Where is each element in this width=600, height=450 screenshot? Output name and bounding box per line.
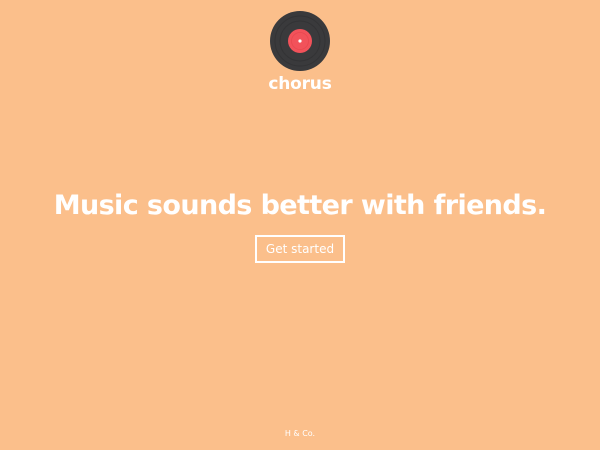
get-started-button[interactable]: Get started — [255, 235, 345, 263]
hero-title: Music sounds better with friends. — [53, 190, 547, 221]
footer-credit: H & Co. — [284, 429, 316, 438]
brand-name: chorus — [268, 74, 332, 94]
brand-logo: chorus — [0, 11, 600, 94]
hero-section: Music sounds better with friends. Get st… — [0, 190, 600, 263]
vinyl-record-icon — [270, 11, 330, 71]
